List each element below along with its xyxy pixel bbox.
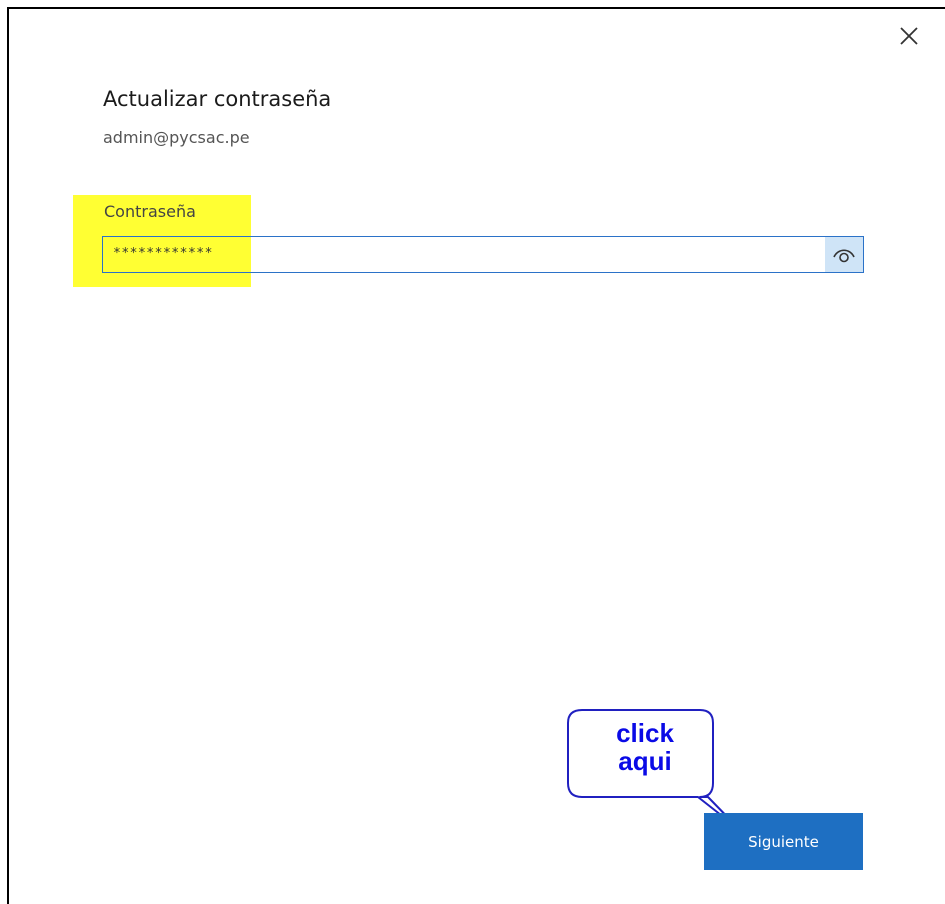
dialog-title: Actualizar contraseña — [103, 87, 332, 111]
password-label: Contraseña — [104, 202, 196, 221]
password-field[interactable]: ************ — [102, 236, 864, 273]
callout-text: click aqui — [570, 719, 720, 775]
next-button[interactable]: Siguiente — [704, 813, 863, 870]
eye-icon — [833, 249, 855, 263]
cropped-top-strip — [0, 0, 945, 7]
callout-line-1: click — [616, 718, 674, 748]
close-icon — [900, 27, 918, 45]
password-value: ************ — [113, 246, 213, 261]
callout-line-2: aqui — [618, 746, 672, 776]
account-email: admin@pycsac.pe — [103, 128, 250, 147]
close-button[interactable] — [895, 22, 923, 50]
reveal-password-button[interactable] — [825, 237, 863, 272]
